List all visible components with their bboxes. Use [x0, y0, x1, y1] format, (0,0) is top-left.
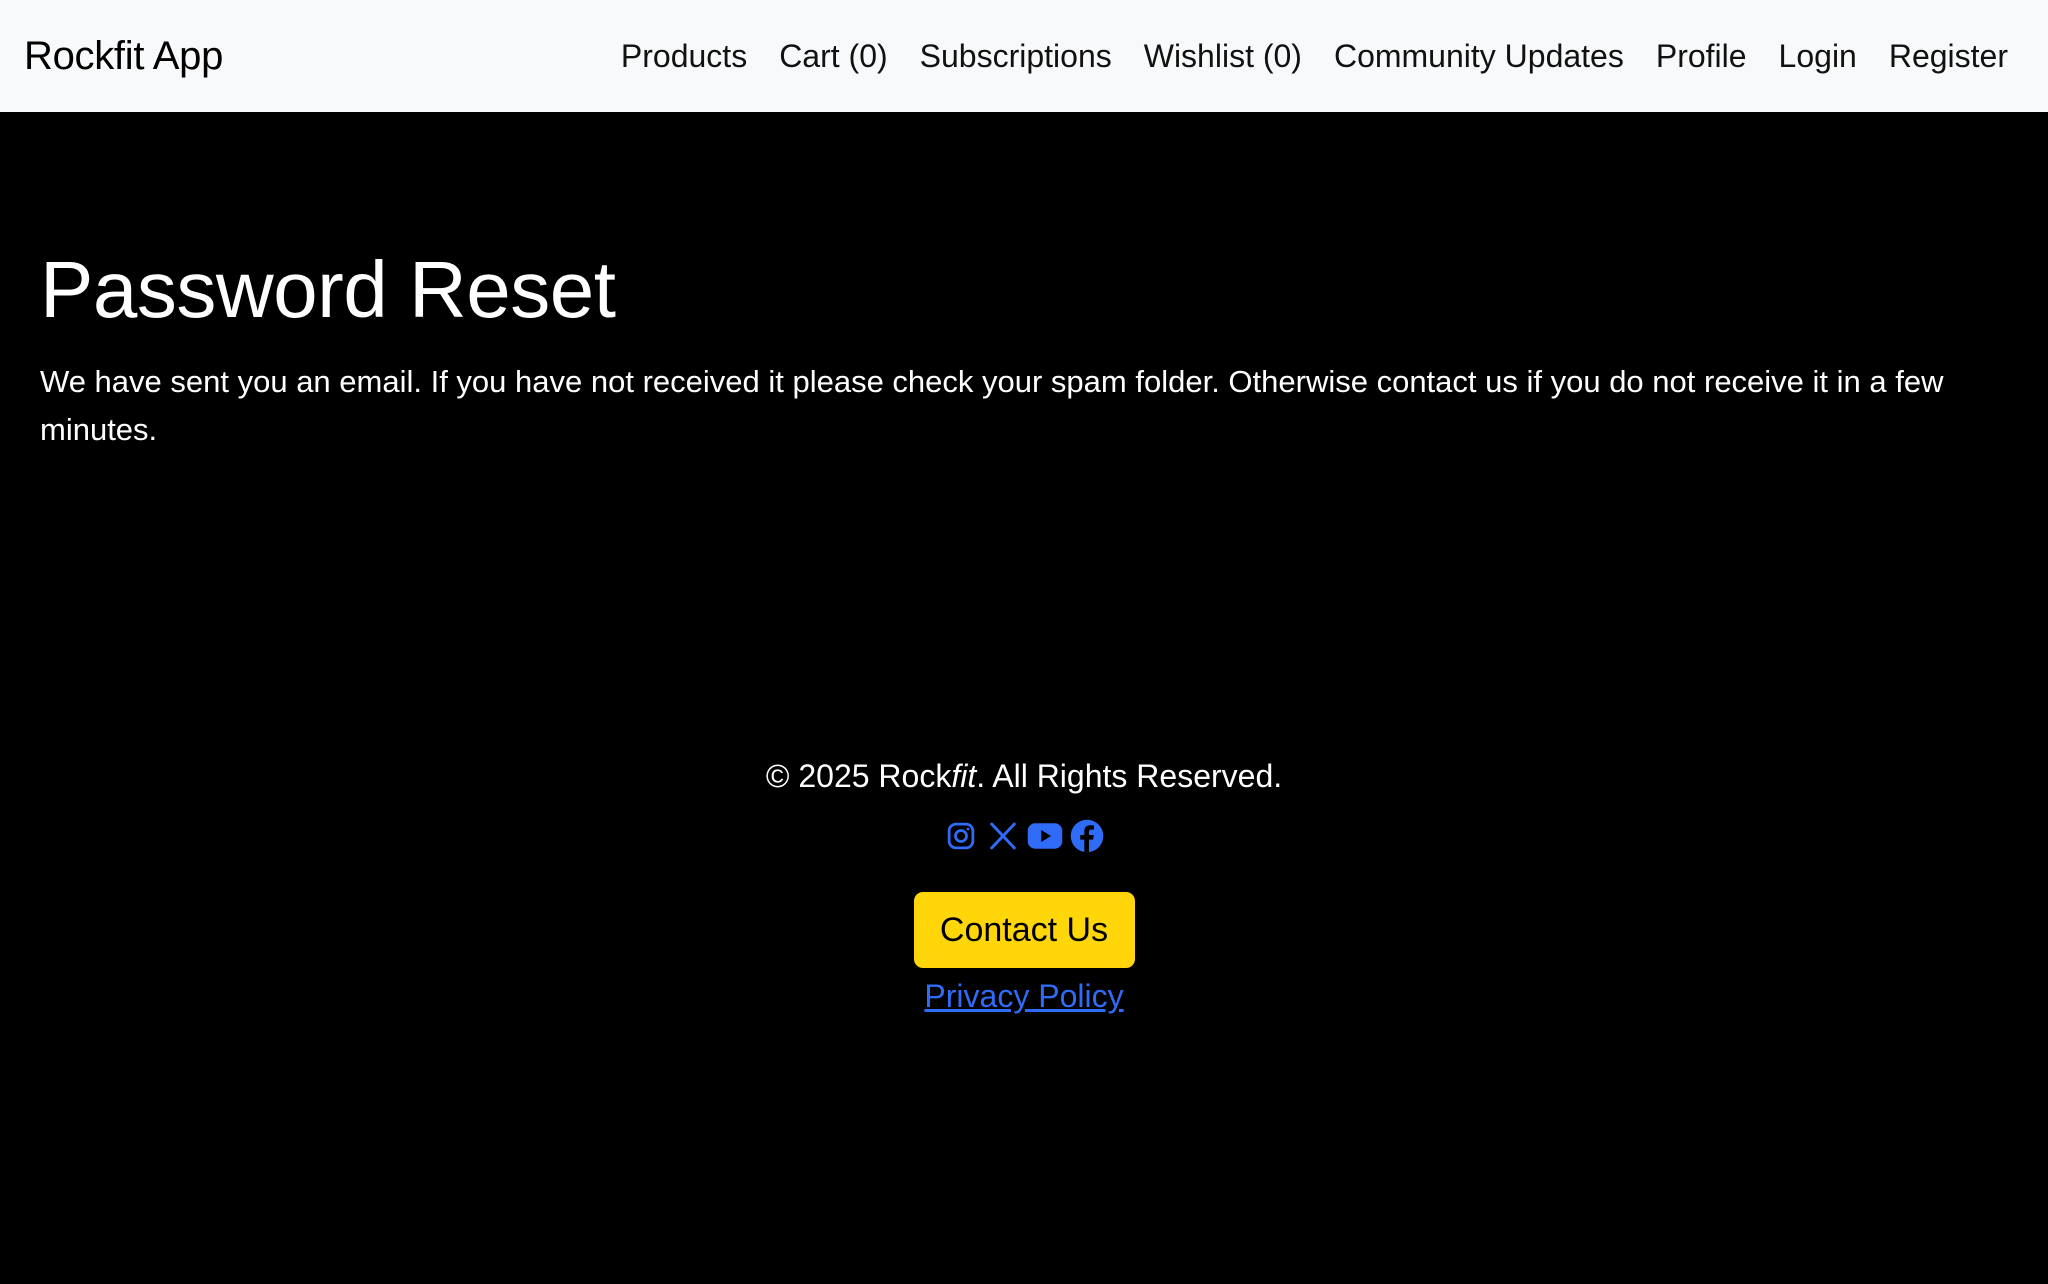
- instagram-link[interactable]: [943, 816, 979, 856]
- contact-us-button[interactable]: Contact Us: [913, 892, 1135, 968]
- x-link[interactable]: [985, 816, 1021, 856]
- facebook-icon: [1070, 819, 1104, 853]
- nav-link-cart[interactable]: Cart (0): [779, 38, 887, 75]
- nav-link-profile[interactable]: Profile: [1656, 38, 1747, 75]
- x-icon: [990, 822, 1016, 850]
- copyright-prefix: © 2025 Rock: [765, 758, 952, 794]
- nav-link-register[interactable]: Register: [1889, 38, 2008, 75]
- privacy-policy-link[interactable]: Privacy Policy: [924, 974, 1123, 1018]
- nav-link-login[interactable]: Login: [1779, 38, 1857, 75]
- nav-link-subscriptions[interactable]: Subscriptions: [920, 38, 1112, 75]
- copyright-italic: fit: [951, 758, 977, 794]
- copyright-text: © 2025 Rockfit. All Rights Reserved.: [766, 748, 1282, 804]
- facebook-link[interactable]: [1069, 816, 1105, 856]
- brand-link[interactable]: Rockfit App: [24, 34, 223, 79]
- social-links: [943, 814, 1105, 858]
- nav-link-wishlist[interactable]: Wishlist (0): [1144, 38, 1302, 75]
- main-content: Password Reset We have sent you an email…: [40, 240, 2010, 454]
- youtube-link[interactable]: [1027, 816, 1063, 856]
- nav-links: Products Cart (0) Subscriptions Wishlist…: [621, 38, 2008, 75]
- copyright-suffix: . All Rights Reserved.: [976, 758, 1283, 794]
- reset-message: We have sent you an email. If you have n…: [40, 364, 1944, 447]
- youtube-icon: [1027, 823, 1063, 849]
- nav-link-community-updates[interactable]: Community Updates: [1334, 38, 1624, 75]
- instagram-icon: [947, 822, 975, 850]
- nav-link-products[interactable]: Products: [621, 38, 747, 75]
- footer: © 2025 Rockfit. All Rights Reserved. Con…: [0, 748, 2048, 1018]
- page-title: Password Reset: [40, 245, 616, 334]
- top-navbar: Rockfit App Products Cart (0) Subscripti…: [0, 0, 2048, 112]
